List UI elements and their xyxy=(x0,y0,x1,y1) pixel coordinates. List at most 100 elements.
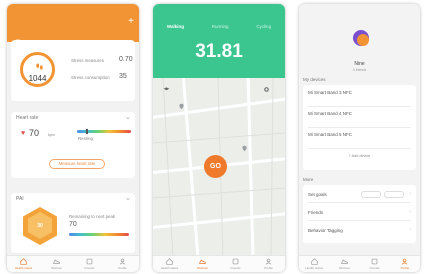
row-label: Behavior Tagging xyxy=(308,228,343,233)
tab-health-status[interactable]: Health status xyxy=(7,256,40,272)
tab-profile[interactable]: Profile xyxy=(252,256,285,272)
tab-label: Profile xyxy=(118,266,127,270)
stress-card[interactable]: Stress 1044 Stress measures 0.70 Stress … xyxy=(11,39,135,101)
location-pin-icon xyxy=(179,103,184,110)
tab-label: Health status xyxy=(305,266,323,270)
heart-rate-title: Heart rate xyxy=(16,115,39,121)
tab-profile[interactable]: Profile xyxy=(106,256,139,272)
tab-bar: Health status Workout Friends Profile xyxy=(153,255,285,272)
screenshot-root: + Stress 1044 Stress measures 0.70 Stres… xyxy=(0,0,426,274)
measure-heart-rate-button[interactable]: Measure heart rate xyxy=(49,159,105,169)
device-row[interactable]: Mi Smart Band 5 NFC xyxy=(308,129,411,149)
set-goals-row[interactable]: Set goals › xyxy=(308,187,411,203)
tab-bar: Health status Workout Friends Profile xyxy=(299,255,420,272)
row-label: Set goals xyxy=(308,192,327,197)
goal-pill xyxy=(361,191,381,198)
tab-label: Health status xyxy=(14,266,33,270)
tab-label: Friends xyxy=(230,266,241,270)
status-bar xyxy=(153,4,285,13)
phone-workout: Walking Running Cycling 31.81 GO Health … xyxy=(153,4,285,272)
heart-zone-marker xyxy=(86,129,88,134)
device-name: Mi Smart Band 4 NFC xyxy=(308,111,353,116)
chevron-right-icon: › xyxy=(409,227,411,233)
add-device-button[interactable]: + Add device xyxy=(303,154,416,158)
tab-label: Friends xyxy=(369,266,380,270)
tab-label: Workout xyxy=(338,266,350,270)
tab-friends[interactable]: Friends xyxy=(360,256,390,272)
user-name: Nine xyxy=(354,61,365,67)
stress-title: Stress xyxy=(16,39,31,45)
tab-profile[interactable]: Profile xyxy=(390,256,420,272)
go-button[interactable]: GO xyxy=(204,155,227,178)
friends-icon xyxy=(86,258,93,265)
devices-panel: Mi Smart Band 3 NFC Mi Smart Band 4 NFC … xyxy=(303,85,416,170)
shoe-icon xyxy=(199,259,206,264)
stress-label-1: Stress measures xyxy=(71,58,104,63)
home-icon xyxy=(20,258,27,265)
phone-profile: Nine 0 friends My devices Mi Smart Band … xyxy=(299,4,420,272)
friends-icon xyxy=(371,258,378,265)
tab-label: Workout xyxy=(196,266,209,270)
tab-health-status[interactable]: Health status xyxy=(299,256,329,272)
person-icon xyxy=(402,258,408,265)
device-row[interactable]: Mi Smart Band 3 NFC xyxy=(308,87,411,107)
settings-icon[interactable] xyxy=(263,86,270,93)
heart-rate-card[interactable]: Heart rate ♥ 70 bpm Resting Measure hear… xyxy=(11,112,135,178)
status-bar xyxy=(7,4,139,13)
chevron-down-icon[interactable] xyxy=(126,40,130,44)
home-icon xyxy=(166,258,173,265)
pai-progress-bar xyxy=(69,233,129,236)
layers-icon[interactable] xyxy=(163,86,170,93)
pai-remaining-value: 70 xyxy=(69,221,77,228)
device-row[interactable]: Mi Smart Band 4 NFC xyxy=(308,108,411,128)
friends-icon xyxy=(232,258,239,265)
shoe-icon xyxy=(341,259,348,264)
tab-label: Profile xyxy=(400,266,410,270)
tab-label: Profile xyxy=(264,266,273,270)
chevron-right-icon: › xyxy=(409,209,411,215)
tab-label: Friends xyxy=(84,266,95,270)
tab-friends[interactable]: Friends xyxy=(73,256,106,272)
tab-friends[interactable]: Friends xyxy=(219,256,252,272)
avatar-badge xyxy=(357,34,369,46)
more-panel: Set goals › Friends › Behavior Tagging › xyxy=(303,185,416,243)
tab-workout[interactable]: Workout xyxy=(186,256,219,272)
chevron-right-icon: › xyxy=(409,191,411,197)
device-name: Mi Smart Band 5 NFC xyxy=(308,132,353,137)
stress-value-2: 35 xyxy=(119,73,127,80)
mode-cycling[interactable]: Cycling xyxy=(256,24,271,29)
heart-rate-value: 70 xyxy=(29,128,40,138)
person-icon xyxy=(265,258,272,265)
user-subtitle: 0 friends xyxy=(352,68,367,72)
device-name: Mi Smart Band 3 NFC xyxy=(308,90,353,95)
tab-health-status[interactable]: Health status xyxy=(153,256,186,272)
tab-workout[interactable]: Workout xyxy=(329,256,359,272)
chevron-down-icon[interactable] xyxy=(126,116,130,120)
chevron-down-icon[interactable] xyxy=(126,197,130,201)
phone-health-status: + Stress 1044 Stress measures 0.70 Stres… xyxy=(7,4,139,272)
footprints-icon xyxy=(35,63,44,74)
tab-label: Workout xyxy=(50,266,63,270)
stress-score: 1044 xyxy=(28,74,47,83)
mode-walking[interactable]: Walking xyxy=(167,24,184,29)
avatar[interactable] xyxy=(351,28,371,48)
mode-running[interactable]: Running xyxy=(212,24,229,29)
pai-remaining-label: Remaining to next peak xyxy=(69,214,116,219)
home-icon xyxy=(310,258,318,265)
heart-rate-unit: bpm xyxy=(48,133,55,137)
tab-label: Health status xyxy=(160,266,179,270)
friends-row[interactable]: Friends › xyxy=(308,205,411,221)
behavior-tagging-row[interactable]: Behavior Tagging › xyxy=(308,223,411,239)
pai-title: PAI xyxy=(16,196,24,202)
stress-value-1: 0.70 xyxy=(119,56,133,63)
pai-value: 30 xyxy=(37,223,43,229)
pai-card[interactable]: PAI 30 Remaining to next peak 70 xyxy=(11,193,135,253)
tab-bar: Health status Workout Friends Profile xyxy=(7,255,139,272)
stress-ring: 1044 xyxy=(20,52,55,87)
status-bar xyxy=(299,4,420,13)
heart-icon: ♥ xyxy=(21,130,26,137)
goal-pill xyxy=(384,191,404,198)
shoe-icon xyxy=(53,259,60,264)
tab-workout[interactable]: Workout xyxy=(40,256,73,272)
add-icon[interactable]: + xyxy=(128,17,134,27)
